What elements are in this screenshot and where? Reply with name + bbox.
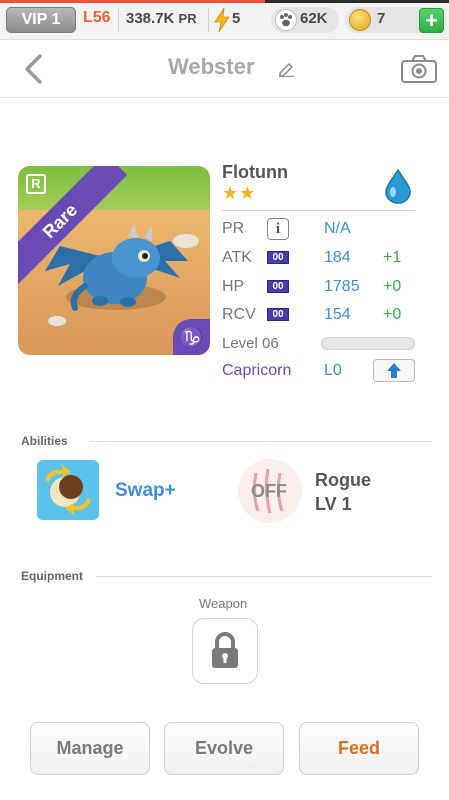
lock-icon [212,632,238,668]
stat-badge-rcv: 00 [267,308,289,321]
stat-value-rcv: 154 [324,306,351,323]
paw-count: 62K [300,10,328,27]
chevron-left-icon[interactable] [18,52,50,86]
rarity-badge: R [26,174,46,194]
stat-value-atk: 184 [324,249,351,266]
creature-name: Flotunn [222,162,288,182]
header: Webster [0,40,449,98]
camera-icon[interactable] [400,54,438,84]
ability-name-swap[interactable]: Swap+ [115,480,176,502]
stat-value-hp: 1785 [324,278,360,295]
stat-badge-hp: 00 [267,280,289,293]
star-rating: ★★ [222,183,257,203]
energy-icon [214,8,230,32]
player-pr: 338.7K PR [126,10,197,27]
creature-level: Level 06 [222,335,279,352]
zodiac-upgrade-button[interactable] [373,359,415,382]
stat-label-atk: ATK [222,249,252,266]
manage-button[interactable]: Manage [30,722,150,775]
stat-label-pr: PR [222,220,245,237]
coin-count: 7 [377,10,386,27]
equipment-title: Equipment [21,569,83,583]
stat-bonus-hp: +0 [383,278,402,295]
creature-detail-screen: VIP 1 L56 338.7K PR 5 62K 7 + Webster Ra… [0,0,449,800]
weapon-slot[interactable] [192,618,258,684]
stat-label-rcv: RCV [222,306,256,323]
zodiac-badge: ♑ [173,319,210,355]
weapon-label: Weapon [199,596,248,611]
player-level: L56 [83,9,111,26]
ability-level-rogue: LV 1 [315,494,352,514]
level-progress-bar [321,337,415,350]
swap-ability-icon[interactable] [37,460,99,520]
status-bar: VIP 1 L56 338.7K PR 5 62K 7 + [0,0,449,40]
status-progress-line [0,0,449,3]
ability-name-rogue: Rogue [315,470,371,490]
stat-bonus-rcv: +0 [383,306,402,323]
stats-divider [222,210,415,211]
energy-count: 5 [232,10,241,27]
ability-state: OFF [251,481,287,501]
add-coins-button[interactable]: + [419,8,444,33]
page-title: Webster [168,54,255,79]
stat-bonus-atk: +1 [383,249,402,266]
stat-value-pr: N/A [324,220,351,237]
zodiac-level: L0 [324,362,342,379]
coin-icon [349,9,371,31]
feed-button[interactable]: Feed [299,722,419,775]
creature-card[interactable]: Rare R ♑ [18,166,210,355]
paw-icon [275,9,297,31]
stat-badge-atk: 00 [267,251,289,264]
pencil-icon[interactable] [277,59,295,77]
water-drop-icon [385,168,411,204]
abilities-title: Abilities [21,434,68,448]
arrow-up-icon [387,363,401,378]
pr-info-button[interactable]: i [267,218,289,240]
evolve-button[interactable]: Evolve [164,722,284,775]
vip-button[interactable]: VIP 1 [6,7,76,33]
stat-label-hp: HP [222,278,245,295]
zodiac-sign: Capricorn [222,362,292,379]
